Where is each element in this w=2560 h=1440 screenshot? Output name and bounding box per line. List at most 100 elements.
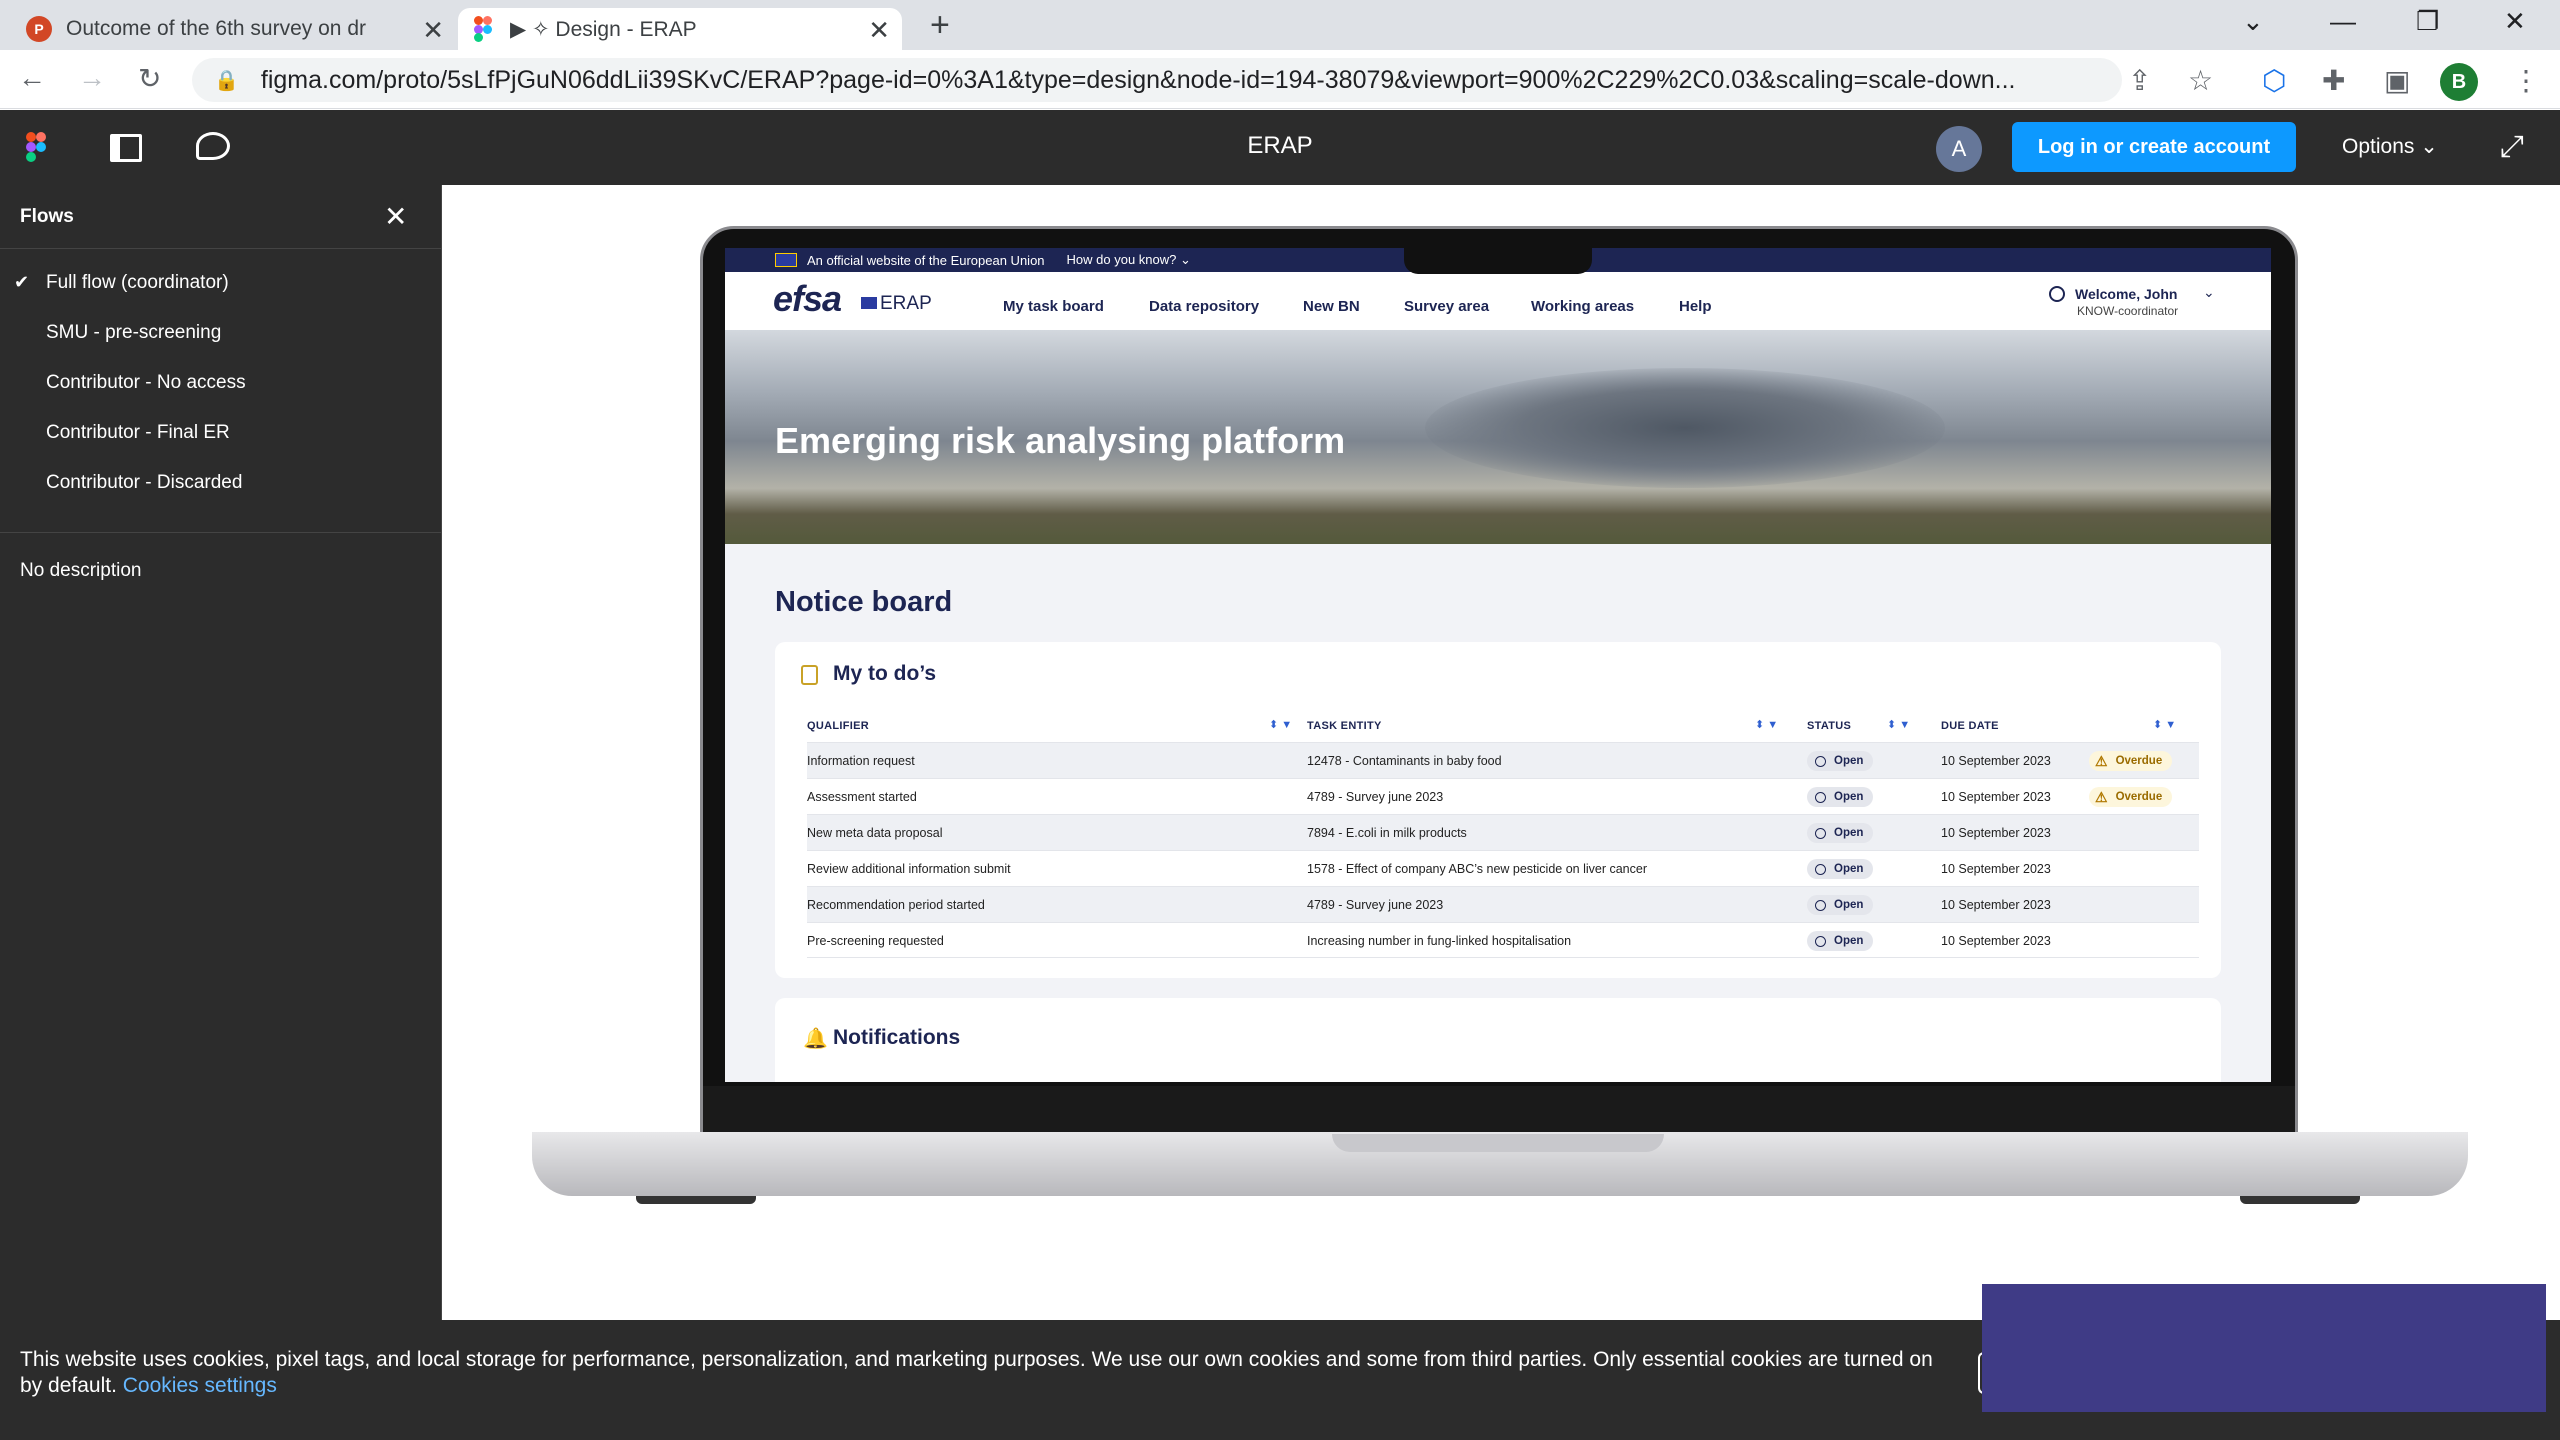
cell-qualifier: Pre-screening requested — [807, 934, 944, 948]
tab-close-icon[interactable]: ✕ — [868, 15, 890, 46]
share-icon[interactable]: ⇪ — [2128, 64, 2151, 97]
minimize-button[interactable]: — — [2330, 6, 2356, 37]
extensions-puzzle-icon[interactable]: ✚ — [2322, 64, 2345, 97]
user-avatar[interactable]: A — [1936, 126, 1982, 172]
file-title: ERAP — [1247, 132, 1313, 159]
overdue-badge: ⚠ Overdue — [2089, 787, 2173, 807]
clock-icon — [1815, 791, 1826, 803]
laptop-foot — [2240, 1196, 2360, 1204]
flow-item-full-flow[interactable]: Full flow (coordinator) — [46, 272, 229, 294]
profile-avatar[interactable]: B — [2440, 63, 2478, 101]
cell-entity: 4789 - Survey june 2023 — [1307, 898, 1444, 912]
table-row[interactable]: Pre-screening requested Increasing numbe… — [807, 922, 2199, 958]
cell-due-date: 10 September 2023 — [1941, 826, 2051, 840]
cell-due-date: 10 September 2023 — [1941, 934, 2051, 948]
status-badge: Open — [1807, 859, 1874, 879]
sort-filter-icon[interactable]: ⬍ ▼ — [2153, 718, 2176, 731]
col-header-status: STATUS — [1807, 720, 1852, 732]
lock-icon: 🔒 — [214, 69, 239, 92]
overlay-panel — [1982, 1284, 2546, 1412]
options-menu[interactable]: Options ⌄ — [2342, 134, 2438, 159]
tab-close-icon[interactable]: ✕ — [422, 15, 444, 46]
sort-filter-icon[interactable]: ⬍ ▼ — [1887, 718, 1910, 731]
window-close-button[interactable]: ✕ — [2504, 6, 2526, 37]
chrome-menu-icon[interactable]: ⋮ — [2512, 64, 2540, 97]
laptop-hinge-notch — [1332, 1134, 1664, 1152]
status-text: Open — [1834, 899, 1864, 911]
browser-tab-powerpoint[interactable]: P Outcome of the 6th survey on dr ✕ — [10, 8, 456, 50]
nav-help[interactable]: Help — [1679, 298, 1712, 315]
cell-entity: Increasing number in fung-linked hospita… — [1307, 934, 1572, 948]
flow-item-final-er[interactable]: Contributor - Final ER — [46, 422, 230, 444]
address-bar[interactable]: 🔒 figma.com/proto/5sLfPjGuN06ddLii39SKvC… — [192, 58, 2122, 102]
nav-data-repository[interactable]: Data repository — [1149, 298, 1259, 315]
table-row[interactable]: Assessment started 4789 - Survey june 20… — [807, 778, 2199, 814]
powerpoint-icon: P — [26, 16, 52, 42]
browser-tab-figma[interactable]: ▶ ✧ Design - ERAP ✕ — [458, 8, 902, 50]
figma-logo-icon[interactable] — [26, 132, 46, 162]
sort-filter-icon[interactable]: ⬍ ▼ — [1269, 718, 1292, 731]
cookies-settings-link[interactable]: Cookies settings — [123, 1374, 277, 1397]
status-badge: Open — [1807, 751, 1874, 771]
cell-due-date: 10 September 2023 — [1941, 898, 2051, 912]
status-text: Open — [1834, 863, 1864, 875]
side-panel-icon[interactable]: ▣ — [2384, 64, 2410, 97]
welcome-user[interactable]: Welcome, John — [2075, 286, 2177, 302]
table-row[interactable]: New meta data proposal 7894 - E.coli in … — [807, 814, 2199, 850]
flow-item-no-access[interactable]: Contributor - No access — [46, 372, 246, 394]
flow-item-smu[interactable]: SMU - pre-screening — [46, 322, 221, 344]
overdue-text: Overdue — [2115, 755, 2163, 767]
back-icon[interactable]: ← — [18, 62, 46, 94]
fullscreen-icon[interactable]: ⤢ — [2500, 130, 2524, 164]
notice-board-title: Notice board — [775, 586, 953, 618]
nav-my-task-board[interactable]: My task board — [1003, 298, 1104, 315]
divider — [0, 532, 442, 533]
table-row[interactable]: Recommendation period started 4789 - Sur… — [807, 886, 2199, 922]
extension-shield-icon[interactable]: ⬡ — [2262, 64, 2286, 97]
check-icon: ✔ — [14, 272, 30, 292]
prototype-screen[interactable]: An official website of the European Unio… — [725, 248, 2271, 1082]
eu-flag-icon — [775, 253, 797, 267]
user-icon — [2049, 286, 2065, 302]
reload-icon[interactable]: ↻ — [138, 62, 161, 95]
status-text: Open — [1834, 755, 1864, 767]
figma-icon — [474, 16, 492, 42]
tab-title: Outcome of the 6th survey on dr — [66, 17, 366, 40]
status-badge: Open — [1807, 787, 1874, 807]
chevron-down-icon[interactable]: ⌄ — [2203, 284, 2215, 301]
cell-due-date: 10 September 2023 — [1941, 862, 2051, 876]
cookie-message: This website uses cookies, pixel tags, a… — [20, 1348, 1933, 1397]
forward-icon[interactable]: → — [78, 62, 106, 94]
close-icon[interactable]: ✕ — [384, 200, 407, 233]
todo-title: My to do’s — [833, 662, 937, 685]
status-badge: Open — [1807, 895, 1874, 915]
status-text: Open — [1834, 935, 1864, 947]
restore-button[interactable]: ❐ — [2416, 6, 2439, 37]
comment-icon[interactable] — [196, 132, 230, 160]
cell-qualifier: Review additional information submit — [807, 862, 1011, 876]
table-row[interactable]: Review additional information submit 157… — [807, 850, 2199, 886]
table-row[interactable]: Information request 12478 - Contaminants… — [807, 742, 2199, 778]
new-tab-button[interactable]: + — [930, 6, 950, 45]
nav-new-bn[interactable]: New BN — [1303, 298, 1360, 315]
bookmark-star-icon[interactable]: ☆ — [2188, 64, 2213, 97]
cell-due-date: 10 September 2023 — [1941, 754, 2051, 768]
efsa-logo[interactable]: efsa — [773, 278, 842, 320]
sidebar-toggle-icon[interactable] — [110, 134, 142, 162]
tab-title: ▶ ✧ Design - ERAP — [510, 17, 697, 41]
col-header-due-date: DUE DATE — [1941, 720, 1999, 732]
nav-survey-area[interactable]: Survey area — [1404, 298, 1489, 315]
eu-flag-icon — [861, 297, 877, 309]
checklist-icon — [801, 665, 818, 685]
warning-icon: ⚠ — [2095, 752, 2108, 769]
flow-description: No description — [20, 560, 142, 581]
flow-item-discarded[interactable]: Contributor - Discarded — [46, 472, 242, 494]
tab-search-icon[interactable]: ⌄ — [2242, 6, 2264, 37]
nav-working-areas[interactable]: Working areas — [1531, 298, 1634, 315]
overdue-text: Overdue — [2115, 791, 2163, 803]
storm-cloud-image — [1425, 368, 1945, 488]
clock-icon — [1815, 899, 1826, 911]
login-button[interactable]: Log in or create account — [2012, 122, 2296, 172]
sort-filter-icon[interactable]: ⬍ ▼ — [1755, 718, 1778, 731]
how-do-you-know-link[interactable]: How do you know? ⌄ — [1067, 252, 1191, 268]
